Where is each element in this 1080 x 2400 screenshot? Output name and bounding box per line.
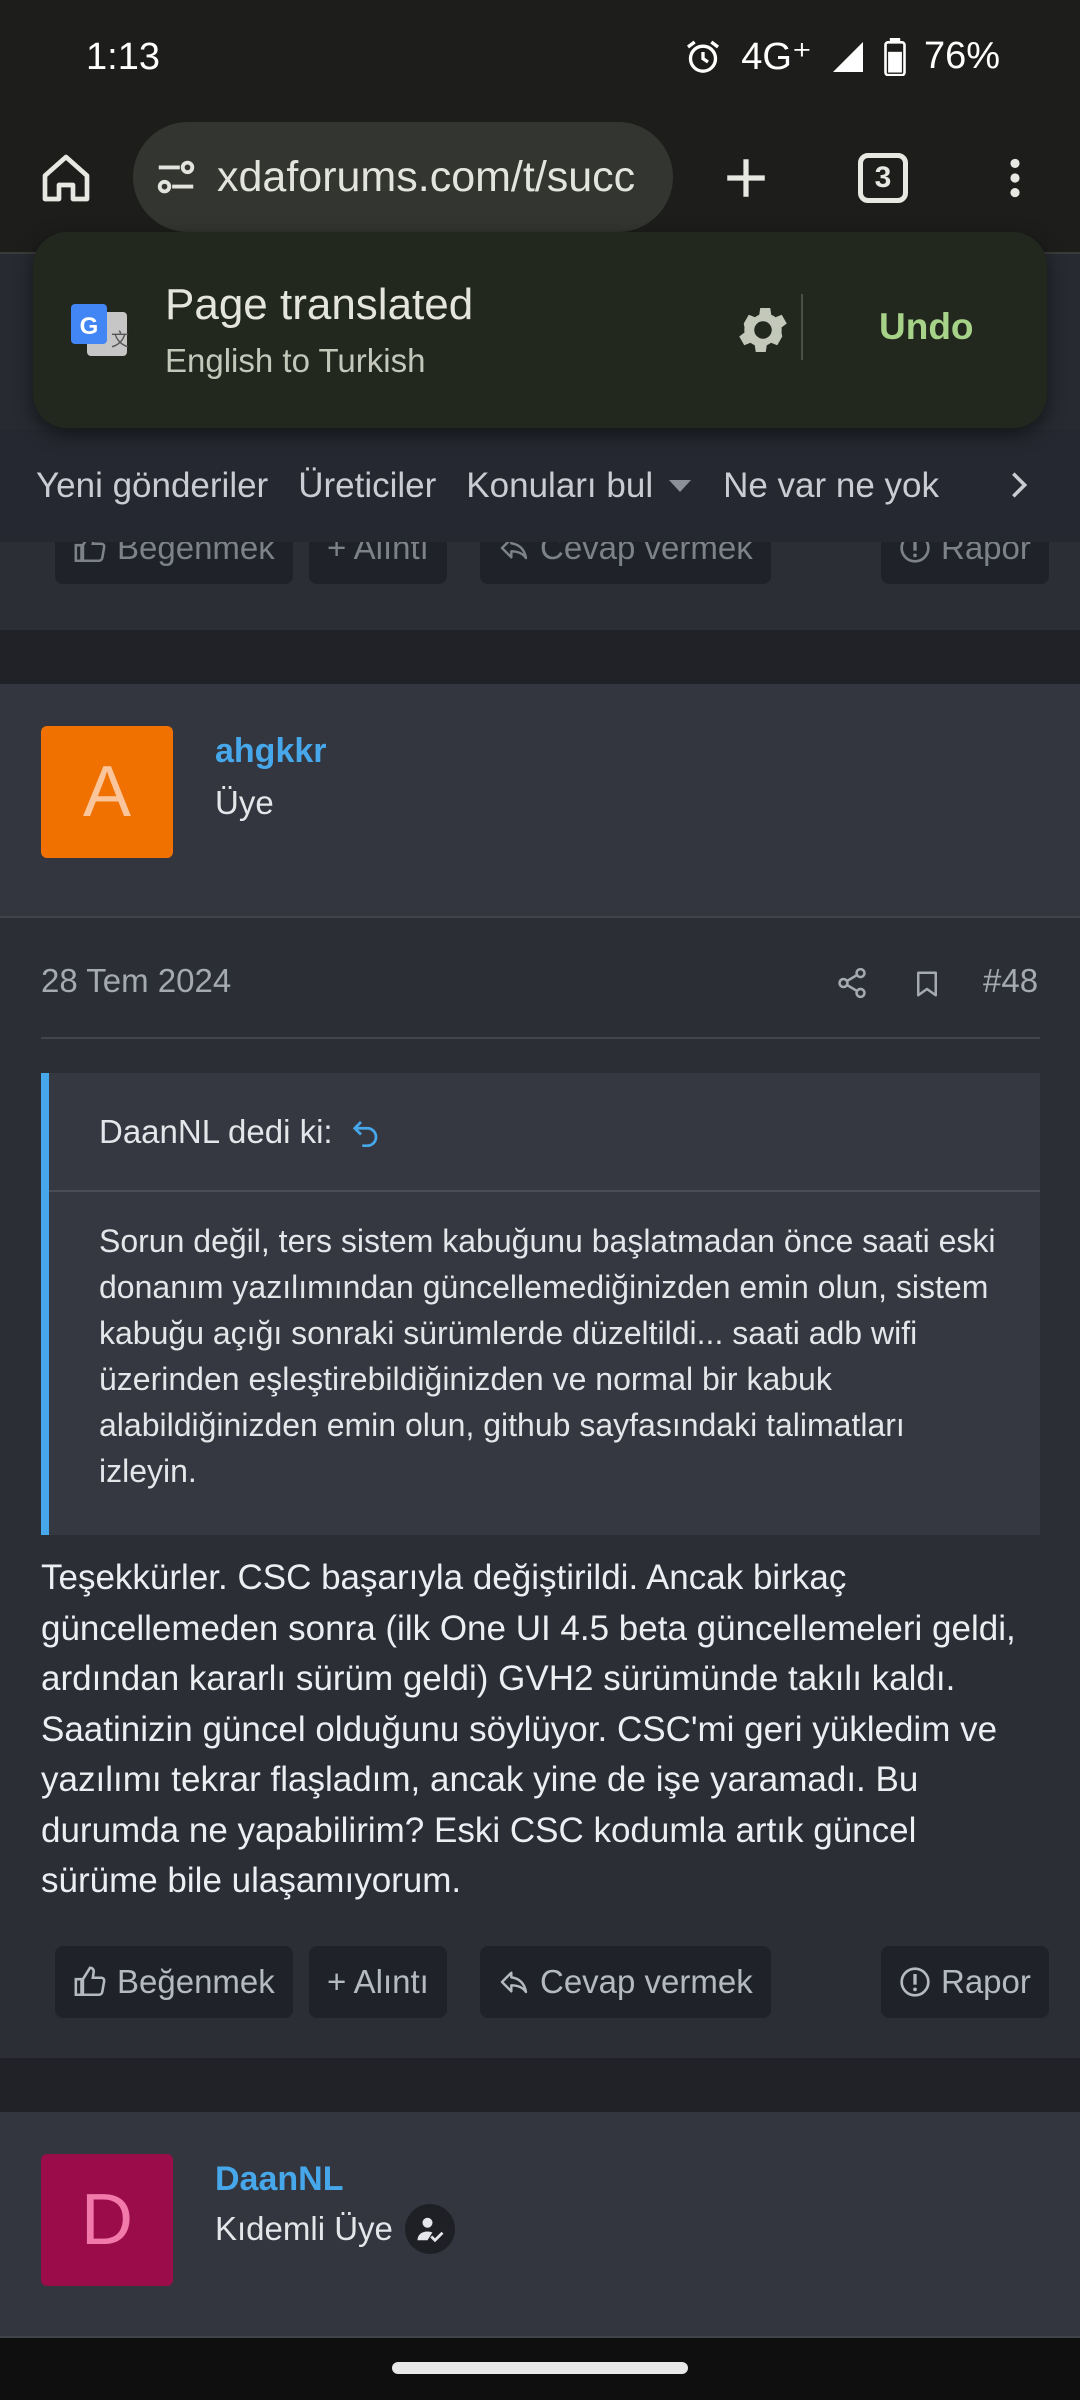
alarm-icon	[687, 40, 720, 73]
avatar-letter: A	[82, 752, 132, 832]
like-button[interactable]: Beğenmek	[55, 1946, 293, 2018]
thumbs-up-icon	[74, 1966, 106, 1997]
post-author-block: A ahgkkr Üye	[0, 684, 1080, 918]
caret-down-icon	[669, 480, 692, 492]
translate-settings-button[interactable]	[733, 300, 793, 365]
home-button[interactable]	[36, 148, 96, 208]
nav-find-threads[interactable]: Konuları bul	[466, 466, 693, 506]
quote-header: DaanNL dedi ki:	[99, 1113, 381, 1151]
battery-percent: 76%	[923, 35, 1000, 77]
divider	[41, 1037, 1040, 1039]
post-separator	[0, 630, 1080, 684]
network-type: 4G⁺	[741, 36, 812, 78]
username[interactable]: ahgkkr	[215, 732, 327, 771]
post-body: Teşekkürler. CSC başarıyla değiştirildi.…	[41, 1558, 1016, 1900]
user-role: Üye	[215, 784, 274, 822]
status-bar: 1:13 4G⁺ 76%	[0, 0, 1080, 120]
divider	[49, 1190, 1040, 1192]
status-time: 1:13	[86, 36, 160, 78]
alert-icon	[900, 542, 930, 563]
divider	[801, 294, 803, 360]
post-date[interactable]: 28 Tem 2024	[41, 962, 231, 1000]
forum-nav: Yeni gönderiler Üreticiler Konuları bul …	[0, 430, 1080, 542]
svg-text:G: G	[80, 313, 99, 340]
reply-button[interactable]: Cevap vermek	[480, 542, 771, 584]
reply-label: Cevap vermek	[540, 1963, 753, 2000]
home-indicator[interactable]	[392, 2362, 688, 2374]
quote-button[interactable]: + Alıntı	[309, 1946, 447, 2018]
plus-icon	[727, 159, 765, 197]
bookmark-icon	[917, 971, 937, 997]
like-label: Beğenmek	[117, 1963, 275, 2000]
menu-button[interactable]	[985, 148, 1045, 208]
post-separator	[0, 2058, 1080, 2112]
more-vert-icon	[1010, 158, 1020, 198]
quote-button[interactable]: + Alıntı	[309, 542, 447, 584]
google-translate-icon: G 文	[71, 304, 129, 356]
verified-badge	[404, 2204, 455, 2254]
quote-author: DaanNL dedi ki:	[99, 1113, 333, 1150]
report-label: Rapor	[941, 542, 1031, 566]
nav-whats-new[interactable]: Ne var ne yok	[723, 466, 939, 506]
like-button[interactable]: Beğenmek	[55, 542, 293, 584]
report-button[interactable]: Rapor	[881, 542, 1049, 584]
user-check-icon	[417, 2217, 444, 2243]
translate-title: Page translated	[165, 280, 474, 329]
nav-find-threads-label: Konuları bul	[466, 466, 654, 505]
tab-count: 3	[858, 153, 908, 203]
translate-subtitle: English to Turkish	[165, 342, 426, 379]
bookmark-button[interactable]	[912, 968, 942, 1005]
gesture-bar	[0, 2338, 1080, 2400]
avatar[interactable]: A	[41, 726, 173, 858]
quote-text: Sorun değil, ters sistem kabuğunu başlat…	[99, 1223, 996, 1489]
user-role: Kıdemli Üye	[215, 2204, 455, 2254]
reply-icon	[500, 542, 528, 560]
nav-manufacturers[interactable]: Üreticiler	[298, 466, 436, 506]
reply-button[interactable]: Cevap vermek	[480, 1946, 771, 2018]
avatar-letter: D	[81, 2180, 133, 2260]
thumbs-up-icon	[74, 542, 106, 563]
user-role-label: Kıdemli Üye	[215, 2210, 393, 2247]
post-author-block: D DaanNL Kıdemli Üye	[0, 2112, 1080, 2338]
tab-switcher-button[interactable]: 3	[853, 148, 913, 208]
quote-block: DaanNL dedi ki: Sorun değil, ters sistem…	[41, 1073, 1040, 1535]
url-bar[interactable]: xdaforums.com/t/succ	[133, 122, 673, 232]
alert-icon	[900, 1967, 930, 1997]
home-icon	[42, 154, 90, 202]
signal-icon	[832, 41, 863, 72]
report-button[interactable]: Rapor	[881, 1946, 1049, 2018]
report-label: Rapor	[941, 1963, 1031, 2000]
share-icon	[838, 967, 866, 999]
chevron-right-icon[interactable]	[1002, 468, 1036, 502]
gear-icon	[739, 308, 787, 352]
previous-post-actions: Beğenmek + Alıntı Cevap vermek Rapor	[0, 542, 1080, 630]
post-number[interactable]: #48	[983, 962, 1038, 1000]
undo-button[interactable]: Undo	[879, 306, 974, 348]
new-tab-button[interactable]	[716, 148, 776, 208]
site-settings-icon[interactable]	[153, 154, 199, 200]
reply-icon	[500, 1971, 528, 1994]
username[interactable]: DaanNL	[215, 2160, 343, 2199]
nav-new-posts[interactable]: Yeni gönderiler	[36, 466, 268, 506]
avatar[interactable]: D	[41, 2154, 173, 2286]
translate-popup: G 文 Page translated English to Turkish U…	[33, 232, 1047, 428]
like-label: Beğenmek	[117, 542, 275, 566]
status-right: 4G⁺ 76%	[683, 34, 1000, 79]
svg-text:文: 文	[111, 330, 129, 351]
jump-to-quote-icon[interactable]	[351, 1117, 381, 1147]
user-role-label: Üye	[215, 784, 274, 821]
reply-label: Cevap vermek	[540, 542, 753, 566]
battery-icon	[884, 37, 906, 76]
quote-label: + Alıntı	[327, 542, 429, 566]
url-text[interactable]: xdaforums.com/t/succ	[217, 153, 635, 202]
share-button[interactable]	[835, 966, 869, 1005]
post: 28 Tem 2024 #48 DaanNL dedi ki: Sorun de…	[0, 918, 1080, 2058]
quote-label: + Alıntı	[327, 1963, 429, 2000]
